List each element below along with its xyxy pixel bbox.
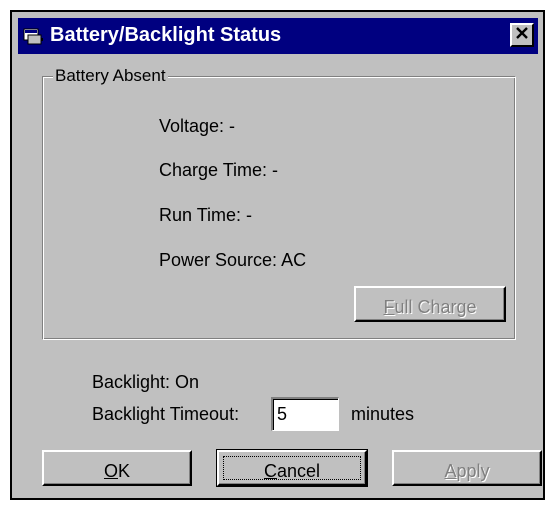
- title-bar[interactable]: Battery/Backlight Status: [18, 18, 538, 54]
- full-charge-button-label: Full Charge: [383, 296, 476, 318]
- apply-label-rest: pply: [456, 460, 490, 481]
- full-charge-label-rest: ull Charge: [394, 296, 477, 317]
- battery-window-icon: [23, 26, 43, 46]
- focus-rectangle: [223, 456, 361, 480]
- window-title: Battery/Backlight Status: [50, 24, 282, 46]
- cancel-button[interactable]: Cancel: [216, 449, 368, 487]
- full-charge-mnemonic: F: [383, 296, 395, 317]
- battery-backlight-dialog: Battery/Backlight Status Battery Absent …: [10, 10, 545, 500]
- apply-button[interactable]: Apply: [392, 450, 542, 486]
- ok-label-rest: K: [118, 460, 131, 481]
- ok-button[interactable]: OK: [42, 450, 192, 486]
- ok-button-label: OK: [104, 460, 130, 482]
- backlight-timeout-label: Backlight Timeout:: [92, 404, 240, 424]
- power-source-label: Power Source: AC: [159, 250, 307, 270]
- charge-time-label: Charge Time: -: [159, 160, 279, 180]
- voltage-label: Voltage: -: [159, 116, 236, 136]
- full-charge-button[interactable]: Full Charge: [354, 286, 506, 322]
- battery-group-legend: Battery Absent: [53, 65, 168, 87]
- apply-mnemonic: A: [444, 460, 457, 481]
- close-icon: [515, 26, 529, 44]
- apply-button-label: Apply: [444, 460, 489, 482]
- backlight-status-label: Backlight: On: [92, 372, 200, 392]
- close-button[interactable]: [510, 23, 534, 47]
- timeout-units-label: minutes: [351, 404, 415, 424]
- backlight-timeout-input[interactable]: [271, 397, 339, 431]
- ok-mnemonic: O: [103, 460, 118, 481]
- run-time-label: Run Time: -: [159, 205, 253, 225]
- battery-group: Battery Absent Voltage: - Charge Time: -…: [42, 65, 516, 340]
